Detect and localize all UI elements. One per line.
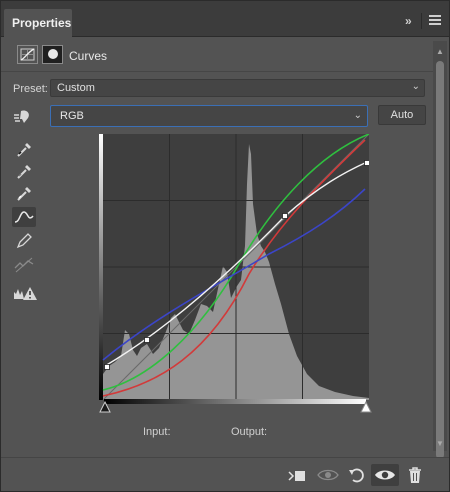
visibility-icon[interactable] xyxy=(371,464,399,486)
control-point xyxy=(364,160,369,166)
preset-dropdown[interactable]: Custom ⌄ xyxy=(50,79,425,97)
tab-title: Properties xyxy=(12,16,72,30)
tab-properties[interactable]: Properties xyxy=(4,9,72,37)
tab-separator xyxy=(421,13,422,29)
scroll-thumb[interactable] xyxy=(436,61,444,459)
output-gradient-bar xyxy=(104,399,366,404)
control-point xyxy=(104,364,110,370)
panel-menu-icon[interactable] xyxy=(429,15,441,25)
control-point xyxy=(282,213,288,219)
black-point-slider[interactable] xyxy=(99,401,111,413)
header-divider xyxy=(1,71,433,72)
curves-adjustment-icon[interactable] xyxy=(17,45,38,64)
chevron-down-icon: ⌄ xyxy=(353,110,362,121)
white-point-eyedropper-icon[interactable] xyxy=(12,183,36,203)
smooth-icon[interactable] xyxy=(12,255,36,275)
white-point-slider[interactable] xyxy=(360,401,372,413)
channel-value: RGB xyxy=(60,110,84,122)
pencil-icon[interactable] xyxy=(12,231,36,251)
view-previous-icon[interactable] xyxy=(316,464,340,486)
input-label: Input: xyxy=(143,426,171,438)
chevron-down-icon: ⌄ xyxy=(411,81,420,92)
on-image-adjust-icon[interactable] xyxy=(12,107,36,127)
properties-panel: Properties » × Curves Preset: Custom ⌄ R… xyxy=(0,0,450,492)
preset-value: Custom xyxy=(57,82,95,94)
curves-graph[interactable] xyxy=(99,134,369,400)
input-gradient-vertical xyxy=(99,134,103,400)
channel-dropdown[interactable]: RGB ⌄ xyxy=(50,105,368,127)
black-point-eyedropper-icon[interactable] xyxy=(12,139,36,159)
adjustment-title: Curves xyxy=(69,49,108,63)
reset-icon[interactable] xyxy=(345,464,369,486)
curve-edit-icon[interactable] xyxy=(12,207,36,227)
control-point xyxy=(144,337,150,343)
tab-bar: Properties » × xyxy=(1,1,449,37)
layer-mask-icon[interactable] xyxy=(42,45,63,64)
clip-to-layer-icon[interactable] xyxy=(285,464,309,486)
expand-icon[interactable]: » xyxy=(405,14,412,28)
gray-point-eyedropper-icon[interactable] xyxy=(12,161,36,181)
delete-icon[interactable] xyxy=(403,464,427,486)
adjustment-header: Curves xyxy=(1,39,449,71)
panel-footer xyxy=(1,457,449,491)
scroll-down-icon[interactable]: ▼ xyxy=(436,439,444,448)
preset-label: Preset: xyxy=(13,83,48,95)
output-label: Output: xyxy=(231,426,268,438)
clipping-warning-icon[interactable] xyxy=(12,283,37,303)
auto-button[interactable]: Auto xyxy=(378,105,426,125)
scrollbar[interactable]: ▲ ▼ xyxy=(433,41,447,459)
scroll-up-icon[interactable]: ▲ xyxy=(436,47,444,56)
